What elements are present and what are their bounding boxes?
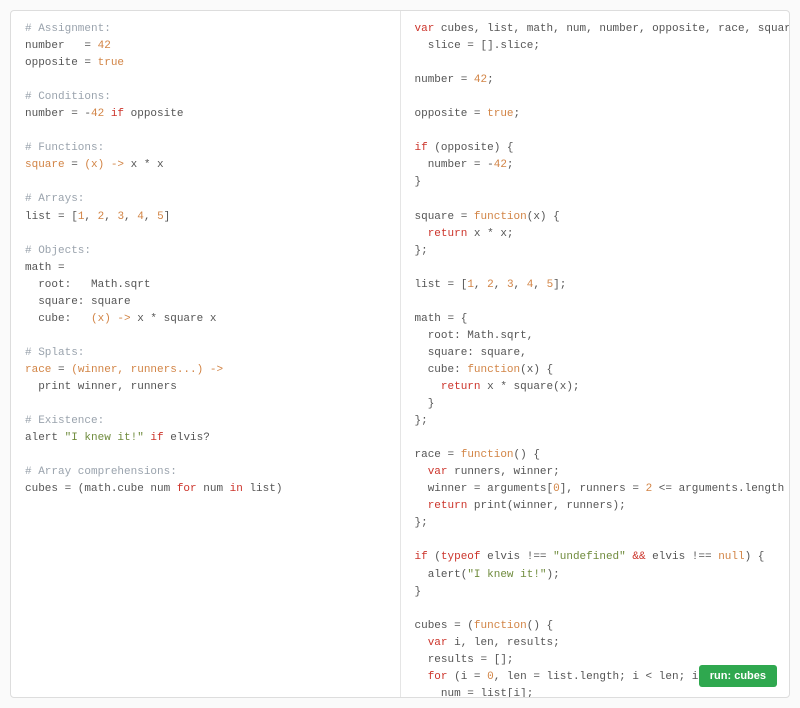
code-line: math = { [415, 313, 468, 325]
code-line: return x * square(x); [415, 381, 580, 393]
code-line: } [415, 586, 422, 598]
code-line: square: square, [415, 347, 527, 359]
code-line: var cubes, list, math, num, number, oppo… [415, 23, 790, 35]
code-line: list = [1, 2, 3, 4, 5]; [415, 279, 567, 291]
comment-objects: # Objects: [25, 245, 91, 257]
code-line: cube: function(x) { [415, 364, 554, 376]
code-line: }; [415, 517, 428, 529]
comment-comprehensions: # Array comprehensions: [25, 466, 177, 478]
comment-functions: # Functions: [25, 142, 104, 154]
code-line: square = function(x) { [415, 211, 560, 223]
code-line: if (opposite) { [415, 142, 514, 154]
code-line: number = -42 if opposite [25, 108, 183, 120]
code-line: cubes = (math.cube num for num in list) [25, 483, 282, 495]
code-line: for (i = 0, len = list.length; i < len; … [415, 671, 732, 683]
code-line: }; [415, 415, 428, 427]
code-line: print winner, runners [25, 381, 177, 393]
code-line: square: square [25, 296, 131, 308]
code-comparison-container: # Assignment: number = 42 opposite = tru… [10, 10, 790, 698]
javascript-pane[interactable]: var cubes, list, math, num, number, oppo… [401, 11, 790, 697]
code-line: var i, len, results; [415, 637, 560, 649]
coffeescript-pane[interactable]: # Assignment: number = 42 opposite = tru… [11, 11, 400, 697]
comment-conditions: # Conditions: [25, 91, 111, 103]
code-line: }; [415, 245, 428, 257]
code-line: square = (x) -> x * x [25, 159, 164, 171]
code-line: alert("I knew it!"); [415, 569, 560, 581]
code-line: slice = [].slice; [415, 40, 540, 52]
run-button[interactable]: run: cubes [699, 665, 777, 687]
code-line: num = list[i]; [415, 688, 534, 697]
code-line: cubes = (function() { [415, 620, 554, 632]
code-line: } [415, 176, 422, 188]
code-line: opposite = true [25, 57, 124, 69]
comment-assignment: # Assignment: [25, 23, 111, 35]
comment-arrays: # Arrays: [25, 193, 84, 205]
code-line: number = -42; [415, 159, 514, 171]
comment-existence: # Existence: [25, 415, 104, 427]
code-line: root: Math.sqrt, [415, 330, 534, 342]
code-line: root: Math.sqrt [25, 279, 150, 291]
code-line: number = 42 [25, 40, 111, 52]
code-line: race = function() { [415, 449, 540, 461]
code-line: list = [1, 2, 3, 4, 5] [25, 211, 170, 223]
code-line: race = (winner, runners...) -> [25, 364, 223, 376]
comment-splats: # Splats: [25, 347, 84, 359]
code-line: number = 42; [415, 74, 494, 86]
code-line: } [415, 398, 435, 410]
code-line: if (typeof elvis !== "undefined" && elvi… [415, 551, 765, 563]
code-line: return print(winner, runners); [415, 500, 626, 512]
code-line: cube: (x) -> x * square x [25, 313, 216, 325]
code-line: return x * x; [415, 228, 514, 240]
code-line: results = []; [415, 654, 514, 666]
code-line: math = [25, 262, 65, 274]
code-line: opposite = true; [415, 108, 521, 120]
code-line: alert "I knew it!" if elvis? [25, 432, 210, 444]
code-line: winner = arguments[0], runners = 2 <= ar… [415, 483, 790, 495]
code-line: var runners, winner; [415, 466, 560, 478]
